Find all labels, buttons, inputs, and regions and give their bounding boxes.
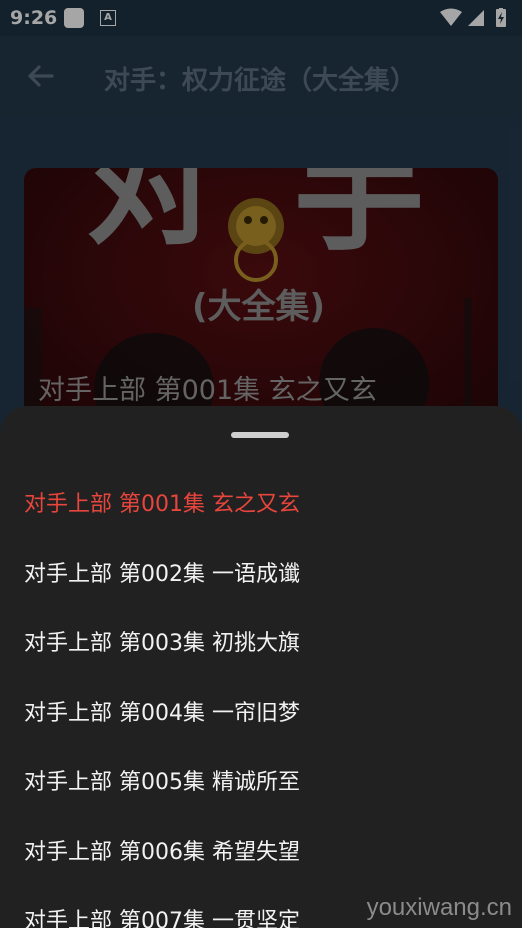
episode-item-003[interactable]: 对手上部 第003集 初挑大旗 (0, 609, 522, 679)
episode-item-001[interactable]: 对手上部 第001集 玄之又玄 (0, 470, 522, 540)
watermark: youxiwang.cn (366, 894, 512, 921)
episode-bottom-sheet: 对手上部 第001集 玄之又玄 对手上部 第002集 一语成谶 对手上部 第00… (0, 406, 522, 928)
episode-item-004[interactable]: 对手上部 第004集 一帘旧梦 (0, 679, 522, 749)
episode-item-002[interactable]: 对手上部 第002集 一语成谶 (0, 540, 522, 610)
episode-item-006[interactable]: 对手上部 第006集 希望失望 (0, 818, 522, 888)
episode-list: 对手上部 第001集 玄之又玄 对手上部 第002集 一语成谶 对手上部 第00… (0, 470, 522, 928)
episode-item-005[interactable]: 对手上部 第005集 精诚所至 (0, 748, 522, 818)
drag-handle[interactable] (231, 432, 289, 438)
